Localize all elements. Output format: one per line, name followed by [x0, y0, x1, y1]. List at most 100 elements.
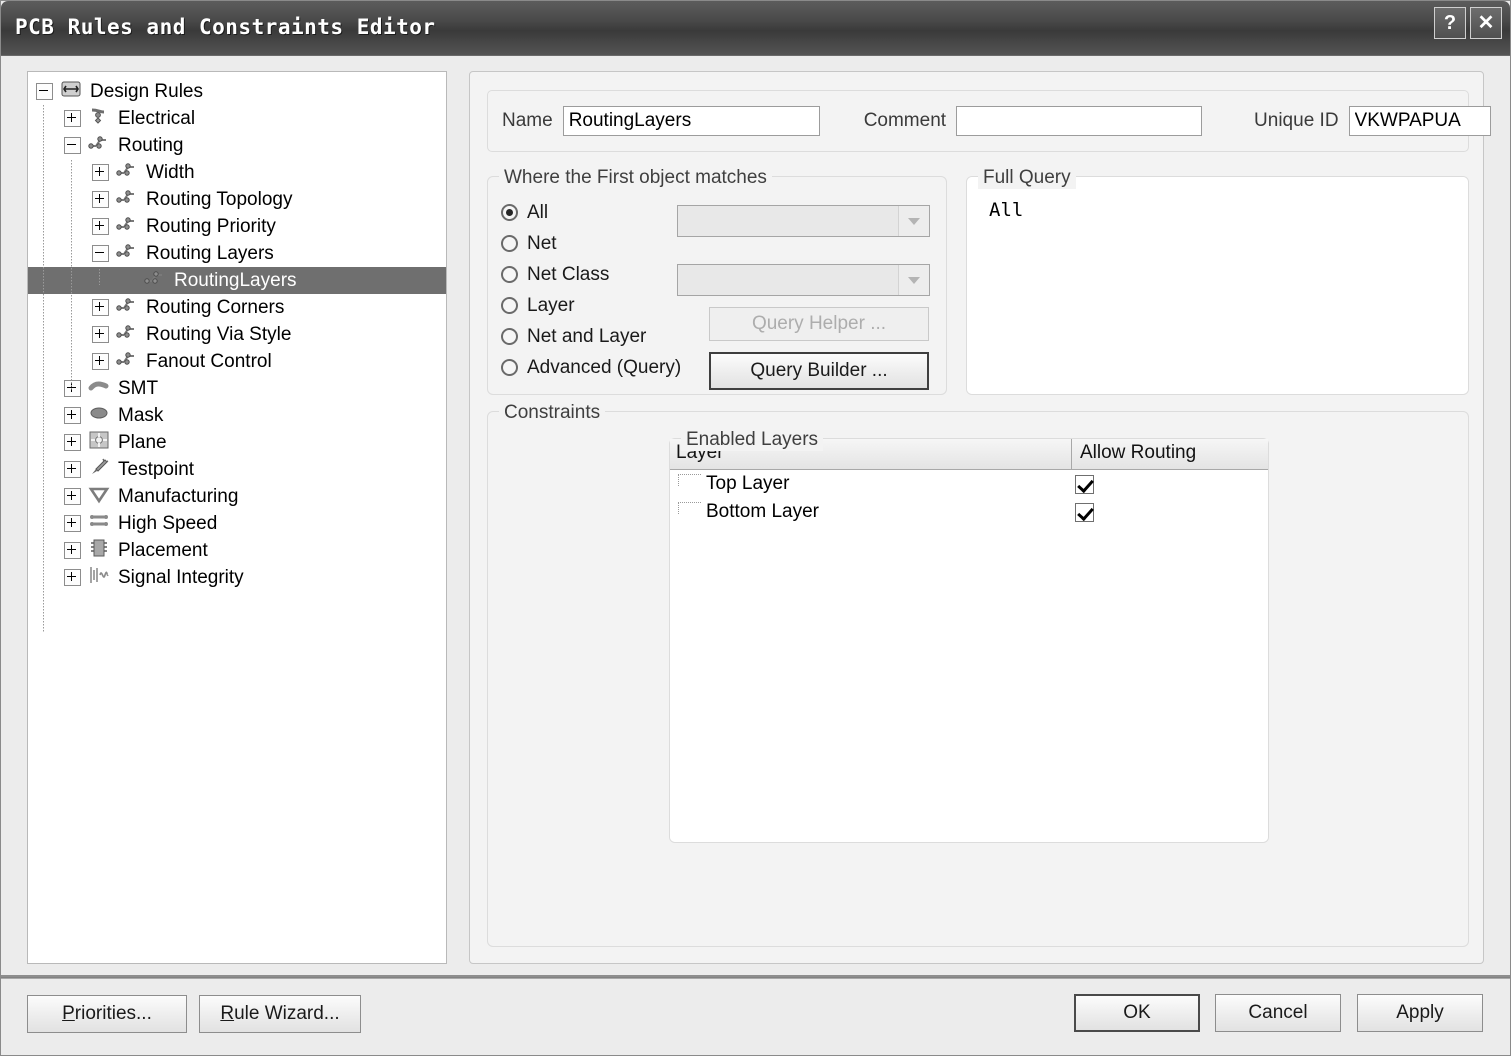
tree-item-routing-corners[interactable]: Routing Corners	[28, 294, 446, 321]
scope-option-layer[interactable]: Layer	[501, 290, 681, 321]
tree-item-electrical[interactable]: Electrical	[28, 105, 446, 132]
expand-icon[interactable]	[64, 380, 81, 397]
tree-item-routing-topology[interactable]: Routing Topology	[28, 186, 446, 213]
tree-item-label: SMT	[115, 378, 164, 400]
tree-item-testpoint[interactable]: Testpoint	[28, 456, 446, 483]
comment-input[interactable]	[956, 106, 1202, 136]
help-icon[interactable]: ?	[1434, 7, 1466, 39]
unique-id-input[interactable]	[1349, 106, 1491, 136]
scope-option-net-class[interactable]: Net Class	[501, 259, 681, 290]
routing-icon	[88, 133, 110, 159]
table-row[interactable]: Top Layer	[670, 470, 1268, 498]
expand-icon[interactable]	[64, 110, 81, 127]
priorities-label: riorities...	[75, 1003, 152, 1024]
expand-icon[interactable]	[92, 299, 109, 316]
tree-item-manufacturing[interactable]: Manufacturing	[28, 483, 446, 510]
expand-icon[interactable]	[64, 488, 81, 505]
column-header-allow-routing[interactable]: Allow Routing	[1072, 439, 1268, 469]
tree-item-routing-via-style[interactable]: Routing Via Style	[28, 321, 446, 348]
tree-item-plane[interactable]: Plane	[28, 429, 446, 456]
tree-item-signal-integrity[interactable]: Signal Integrity	[28, 564, 446, 591]
routing-icon	[116, 187, 138, 213]
routing-icon	[144, 268, 166, 294]
scope-group: Where the First object matches AllNetNet…	[487, 167, 947, 395]
allow-routing-cell	[990, 475, 1268, 494]
expand-icon[interactable]	[64, 542, 81, 559]
net-class-combobox[interactable]	[677, 264, 930, 296]
design-rules-tree-panel[interactable]: Design RulesElectricalRoutingWidthRoutin…	[27, 71, 447, 964]
collapse-icon[interactable]	[36, 83, 53, 100]
chevron-down-icon[interactable]	[898, 206, 929, 236]
query-helper-button: Query Helper ...	[709, 307, 929, 341]
tree-item-label: Width	[143, 162, 201, 184]
tree-item-width[interactable]: Width	[28, 159, 446, 186]
net-combobox-value	[678, 206, 898, 236]
collapse-icon[interactable]	[64, 137, 81, 154]
ok-button[interactable]: OK	[1074, 994, 1200, 1032]
radio-button[interactable]	[501, 266, 518, 283]
enabled-layers-table[interactable]: Layer Allow Routing Top LayerBottom Laye…	[670, 439, 1268, 842]
cancel-button[interactable]: Cancel	[1215, 994, 1341, 1032]
radio-button[interactable]	[501, 359, 518, 376]
table-row[interactable]: Bottom Layer	[670, 498, 1268, 526]
expand-icon[interactable]	[92, 191, 109, 208]
tree-item-label: Placement	[115, 540, 214, 562]
apply-button[interactable]: Apply	[1357, 994, 1483, 1032]
radio-button[interactable]	[501, 328, 518, 345]
rule-wizard-button[interactable]: Rule Wizard...	[199, 995, 361, 1033]
tree-item-routinglayers[interactable]: RoutingLayers	[28, 267, 446, 294]
priorities-accel: P	[62, 1003, 75, 1024]
enabled-layers-caption: Enabled Layers	[681, 429, 823, 451]
expand-icon[interactable]	[92, 353, 109, 370]
query-builder-button[interactable]: Query Builder ...	[709, 352, 929, 390]
collapse-icon[interactable]	[92, 245, 109, 262]
scope-option-net-and-layer[interactable]: Net and Layer	[501, 321, 681, 352]
tree-item-routing-layers[interactable]: Routing Layers	[28, 240, 446, 267]
priorities-button[interactable]: Priorities...	[27, 995, 187, 1033]
net-combobox[interactable]	[677, 205, 930, 237]
scope-radio-list: All NetNet Class Layer Net and LayerAdvance…	[501, 197, 681, 383]
tree-item-fanout-control[interactable]: Fanout Control	[28, 348, 446, 375]
allow-routing-checkbox[interactable]	[1075, 475, 1094, 494]
name-input[interactable]	[563, 106, 820, 136]
client-area: Design RulesElectricalRoutingWidthRoutin…	[1, 56, 1510, 975]
radio-button[interactable]	[501, 235, 518, 252]
radio-button[interactable]	[501, 204, 518, 221]
scope-option-net[interactable]: Net	[501, 228, 681, 259]
smt-icon	[88, 376, 110, 402]
expand-icon[interactable]	[92, 218, 109, 235]
layer-cell: Top Layer	[670, 473, 990, 495]
expand-icon[interactable]	[92, 164, 109, 181]
scope-group-caption: Where the First object matches	[499, 167, 772, 189]
tree-item-mask[interactable]: Mask	[28, 402, 446, 429]
expand-icon[interactable]	[64, 461, 81, 478]
scope-option-advanced-query-[interactable]: Advanced (Query)	[501, 352, 681, 383]
tree-item-routing-priority[interactable]: Routing Priority	[28, 213, 446, 240]
expand-icon[interactable]	[64, 407, 81, 424]
expand-icon[interactable]	[64, 569, 81, 586]
tree-item-high-speed[interactable]: High Speed	[28, 510, 446, 537]
tree-item-design-rules[interactable]: Design Rules	[28, 78, 446, 105]
expand-icon[interactable]	[64, 515, 81, 532]
radio-button[interactable]	[501, 297, 518, 314]
full-query-textarea[interactable]: All	[967, 177, 1468, 394]
tree-item-label: RoutingLayers	[171, 270, 303, 292]
scope-option-label: Layer	[527, 295, 575, 317]
tree-connector-icon	[678, 474, 701, 486]
tree-item-label: Fanout Control	[143, 351, 278, 373]
scope-option-all[interactable]: All	[501, 197, 681, 228]
expand-icon[interactable]	[92, 326, 109, 343]
allow-routing-checkbox[interactable]	[1075, 503, 1094, 522]
tree-item-routing[interactable]: Routing	[28, 132, 446, 159]
expand-icon[interactable]	[64, 434, 81, 451]
scope-option-label: All	[527, 202, 548, 224]
constraints-group: Constraints Enabled Layers Layer Allow R…	[487, 402, 1469, 947]
close-icon[interactable]: ✕	[1470, 7, 1502, 39]
tree-item-label: Mask	[115, 405, 169, 427]
chevron-down-icon[interactable]	[898, 265, 929, 295]
dialog-footer: Priorities... Rule Wizard... OK Cancel A…	[1, 975, 1510, 1055]
tree-item-smt[interactable]: SMT	[28, 375, 446, 402]
tree-item-placement[interactable]: Placement	[28, 537, 446, 564]
window-title: PCB Rules and Constraints Editor	[15, 15, 436, 39]
rule-detail-panel: Name Comment Unique ID Where the First o…	[469, 71, 1484, 964]
